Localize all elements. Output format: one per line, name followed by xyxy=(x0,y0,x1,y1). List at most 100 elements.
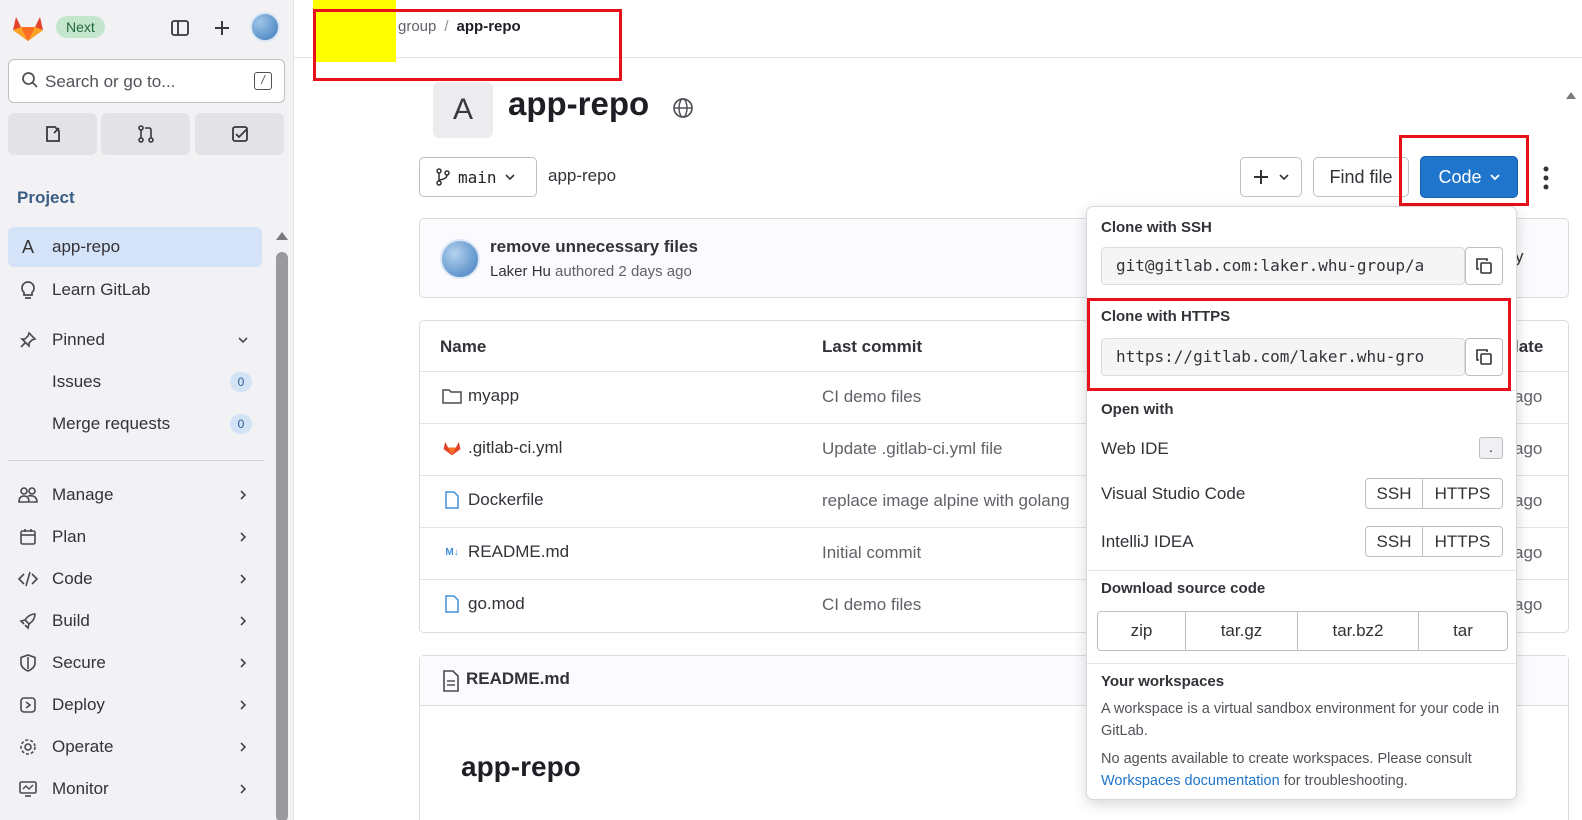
file-last-commit[interactable]: replace image alpine with golang xyxy=(822,491,1092,511)
intellij-ssh-button[interactable]: SSH xyxy=(1365,526,1423,557)
sidebar-toggle-icon[interactable] xyxy=(166,14,194,42)
todo-check-icon xyxy=(231,126,248,142)
download-buttons: zip tar.gz tar.bz2 tar xyxy=(1097,611,1508,651)
clone-ssh-title: Clone with SSH xyxy=(1101,219,1212,236)
open-web-ide-item[interactable]: Web IDE xyxy=(1101,439,1169,459)
users-icon xyxy=(10,486,46,504)
vscode-item-label: Visual Studio Code xyxy=(1101,484,1246,503)
sidebar-item-label: Operate xyxy=(52,737,114,756)
download-tar-button[interactable]: tar xyxy=(1419,611,1508,651)
gitlab-logo-icon[interactable] xyxy=(12,14,44,42)
commit-message[interactable]: remove unnecessary files xyxy=(490,237,698,257)
file-icon xyxy=(442,490,462,510)
sidebar-item-label: Monitor xyxy=(52,779,109,798)
page-scrollbar[interactable] xyxy=(1562,80,1582,820)
create-new-plus-icon[interactable] xyxy=(208,14,236,42)
sidebar-item-issues[interactable]: Issues 0 xyxy=(8,362,262,402)
chevron-right-icon xyxy=(240,658,247,668)
scroll-up-arrow-icon[interactable] xyxy=(276,232,288,240)
download-zip-button[interactable]: zip xyxy=(1097,611,1186,651)
merge-requests-quick-button[interactable] xyxy=(101,113,190,155)
intellij-item-label: IntelliJ IDEA xyxy=(1101,532,1194,551)
markdown-icon: M↓ xyxy=(445,546,459,558)
sidebar-item-label: Learn GitLab xyxy=(52,280,151,299)
deploy-icon xyxy=(10,696,46,714)
file-last-commit[interactable]: Initial commit xyxy=(822,543,1092,563)
lightbulb-icon xyxy=(10,280,46,300)
sidebar-item-plan[interactable]: Plan xyxy=(8,517,262,557)
vscode-ssh-button[interactable]: SSH xyxy=(1365,478,1423,509)
sidebar-item-label: Pinned xyxy=(52,330,105,349)
file-name[interactable]: .gitlab-ci.yml xyxy=(468,438,562,458)
commit-author[interactable]: Laker Hu xyxy=(490,263,551,280)
find-file-button[interactable]: Find file xyxy=(1313,157,1409,197)
sidebar-item-deploy[interactable]: Deploy xyxy=(8,685,262,725)
sidebar-scrollbar[interactable] xyxy=(274,230,290,820)
folder-icon xyxy=(442,386,462,406)
search-shortcut-hint: / xyxy=(254,72,272,90)
file-last-commit[interactable]: CI demo files xyxy=(822,387,1092,407)
highlight-box-code-button xyxy=(1399,135,1529,206)
readme-filename[interactable]: README.md xyxy=(466,669,570,689)
download-tar-gz-button[interactable]: tar.gz xyxy=(1186,611,1298,651)
file-last-commit[interactable]: Update .gitlab-ci.yml file xyxy=(822,439,1092,459)
download-tar-bz2-button[interactable]: tar.bz2 xyxy=(1298,611,1419,651)
branch-name: main xyxy=(458,167,497,187)
add-file-dropdown-button[interactable] xyxy=(1240,157,1302,197)
sidebar-item-app-repo[interactable]: A app-repo xyxy=(8,227,262,267)
more-actions-kebab-icon[interactable] xyxy=(1540,164,1552,192)
calendar-icon xyxy=(10,528,46,546)
file-icon xyxy=(442,594,462,614)
vscode-https-button[interactable]: HTTPS xyxy=(1423,478,1503,509)
copy-ssh-url-button[interactable] xyxy=(1465,247,1503,285)
sidebar-item-label: Issues xyxy=(52,372,102,391)
branch-selector[interactable]: main xyxy=(419,157,537,197)
chevron-right-icon xyxy=(240,742,247,752)
sidebar-item-learn-gitlab[interactable]: Learn GitLab xyxy=(8,270,262,310)
chevron-right-icon xyxy=(240,574,247,584)
sidebar-header: Next xyxy=(8,10,288,46)
sidebar-item-build[interactable]: Build xyxy=(8,601,262,641)
scroll-up-arrow-icon[interactable] xyxy=(1566,92,1576,99)
chevron-right-icon xyxy=(240,490,247,500)
branch-icon xyxy=(436,168,450,186)
user-avatar[interactable] xyxy=(250,12,280,42)
code-icon xyxy=(10,571,46,587)
todos-quick-button[interactable] xyxy=(195,113,284,155)
search-placeholder: Search or go to... xyxy=(45,72,176,91)
file-last-commit[interactable]: CI demo files xyxy=(822,595,1092,615)
search-input[interactable]: Search or go to... / xyxy=(8,59,285,103)
author-avatar[interactable] xyxy=(440,239,480,279)
file-last-update: ago xyxy=(1514,543,1543,562)
next-badge[interactable]: Next xyxy=(56,16,105,38)
intellij-https-button[interactable]: HTTPS xyxy=(1423,526,1503,557)
chevron-right-icon xyxy=(240,700,247,710)
scrollbar-thumb[interactable] xyxy=(276,252,288,820)
sidebar-item-monitor[interactable]: Monitor xyxy=(8,769,262,809)
issues-quick-button[interactable] xyxy=(8,113,97,155)
sidebar-item-code[interactable]: Code xyxy=(8,559,262,599)
workspaces-docs-link[interactable]: Workspaces documentation xyxy=(1101,773,1280,789)
commit-meta: Laker Hu authored 2 days ago xyxy=(490,263,692,280)
sidebar-item-merge-requests[interactable]: Merge requests 0 xyxy=(8,404,262,444)
file-name[interactable]: Dockerfile xyxy=(468,490,544,510)
sidebar-section-title: Project xyxy=(17,188,75,207)
column-header-name: Name xyxy=(440,337,487,356)
file-name[interactable]: myapp xyxy=(468,386,519,406)
ssh-url-field[interactable]: git@gitlab.com:laker.whu-group/a xyxy=(1101,247,1465,285)
column-header-last-update: late xyxy=(1514,337,1544,356)
sidebar-item-operate[interactable]: Operate xyxy=(8,727,262,767)
chevron-down-icon xyxy=(1279,174,1289,181)
sidebar-item-label: Merge requests xyxy=(52,414,171,433)
sidebar-item-manage[interactable]: Manage xyxy=(8,475,262,515)
file-name[interactable]: go.mod xyxy=(468,594,525,614)
no-agents-text-end: for troubleshooting. xyxy=(1279,773,1408,789)
repo-path[interactable]: app-repo xyxy=(548,166,616,186)
merge-requests-count-badge: 0 xyxy=(230,414,252,434)
file-name[interactable]: README.md xyxy=(468,542,569,562)
issues-icon xyxy=(45,126,60,142)
sidebar-item-secure[interactable]: Secure xyxy=(8,643,262,683)
copy-icon xyxy=(1476,258,1492,274)
sidebar-item-pinned[interactable]: Pinned xyxy=(8,320,262,360)
public-globe-icon xyxy=(673,98,693,118)
